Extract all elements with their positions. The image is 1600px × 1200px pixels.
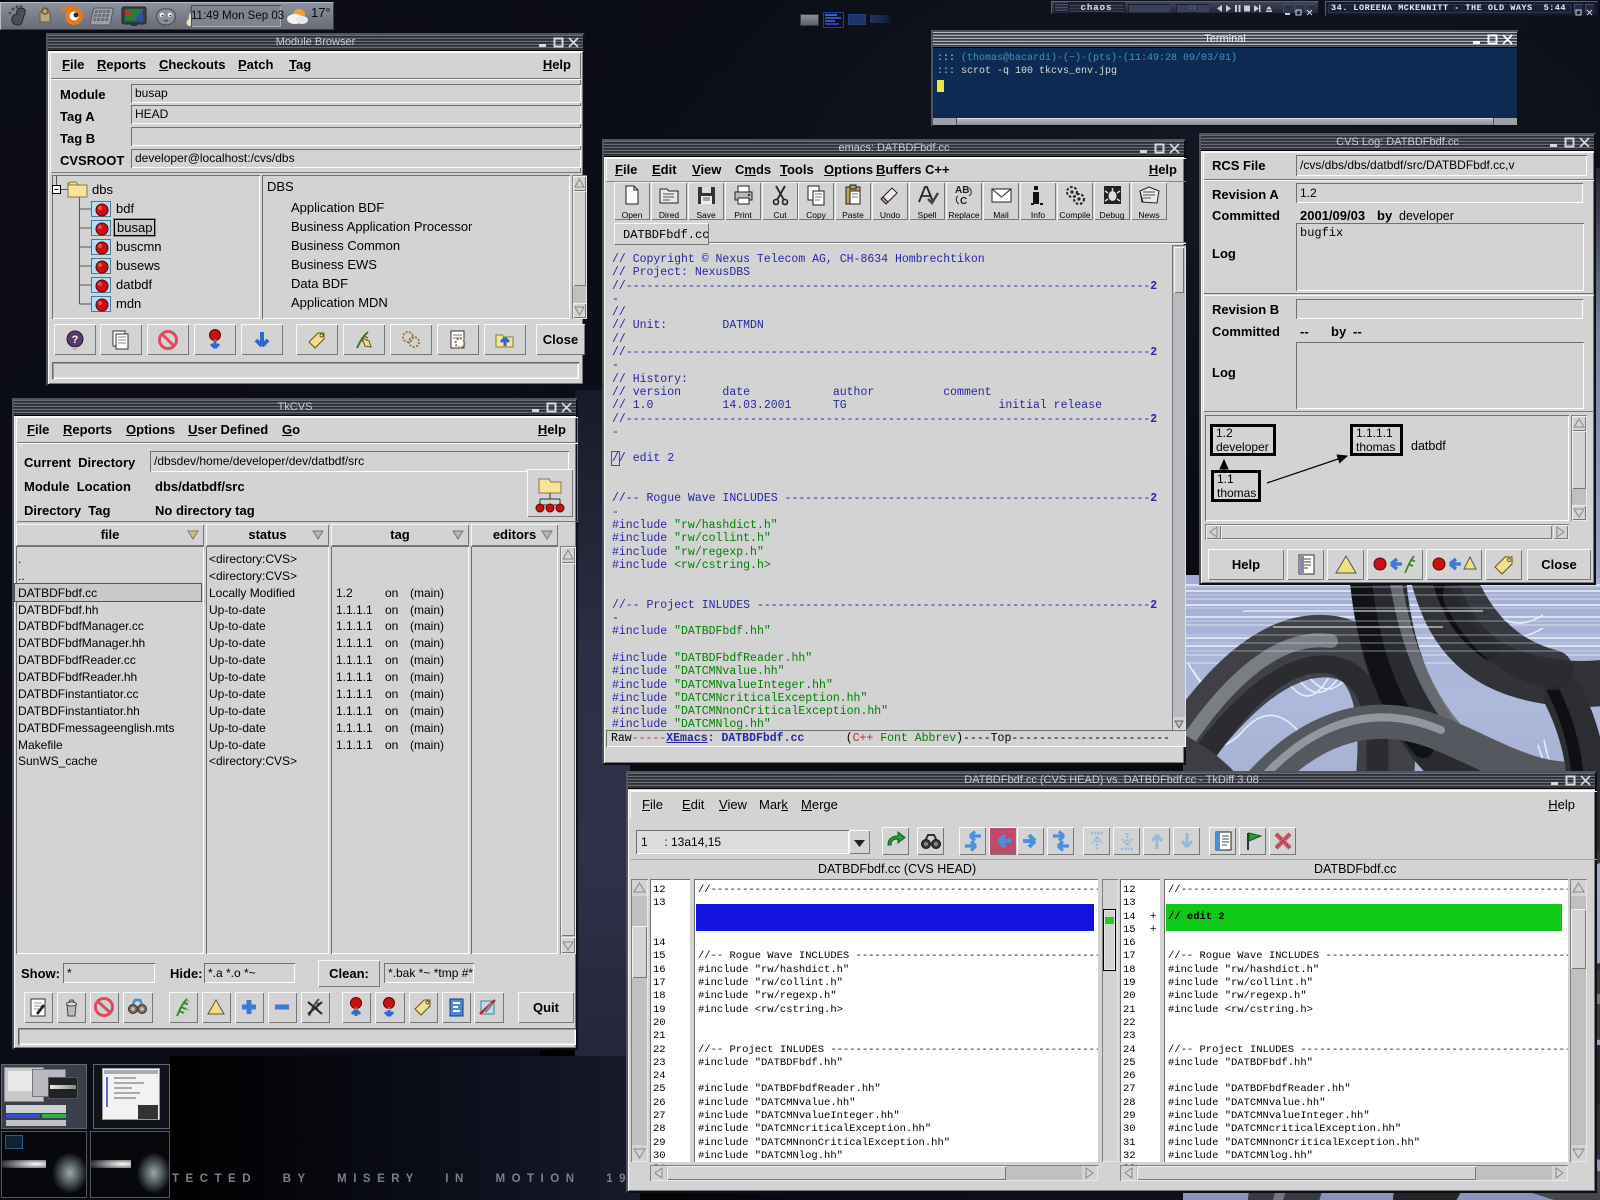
svg-text:AB: AB [955,185,969,196]
svg-text:?: ? [72,334,79,346]
svg-text:C: C [960,196,967,207]
